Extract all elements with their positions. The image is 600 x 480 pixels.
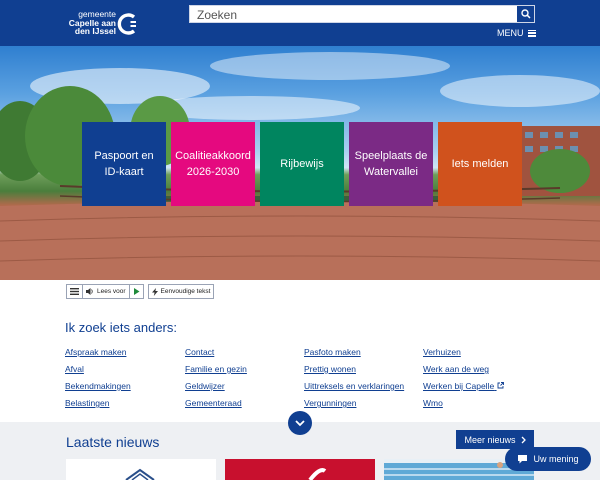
simple-text-label: Eenvoudige tekst <box>160 288 211 295</box>
more-news-label: Meer nieuws <box>464 434 516 445</box>
search-input[interactable] <box>190 7 516 23</box>
link-afspraak-maken[interactable]: Afspraak maken <box>65 347 126 357</box>
link-uittreksels[interactable]: Uittreksels en verklaringen <box>304 381 404 391</box>
menu-icon <box>70 288 79 295</box>
news-title: Laatste nieuws <box>66 434 160 450</box>
external-link-icon <box>497 382 504 389</box>
play-icon <box>133 288 140 295</box>
link-prettig-wonen[interactable]: Prettig wonen <box>304 364 356 374</box>
hamburger-icon <box>527 29 536 37</box>
search-other-title: Ik zoek iets anders: <box>65 320 177 335</box>
link-bekendmakingen[interactable]: Bekendmakingen <box>65 381 131 391</box>
readspeaker-menu-button[interactable] <box>67 285 83 298</box>
simple-text-inner: Eenvoudige tekst <box>149 285 214 298</box>
link-pasfoto-maken[interactable]: Pasfoto maken <box>304 347 361 357</box>
tile-label: Coalitieakkoord 2026-2030 <box>175 150 251 178</box>
read-aloud-toolbar: Lees voor <box>66 284 144 299</box>
tile-label: Speelplaats de Watervallei <box>354 150 428 178</box>
tile-iets-melden[interactable]: Iets melden <box>438 122 522 206</box>
tile-rijbewijs[interactable]: Rijbewijs <box>260 122 344 206</box>
tile-speelplaats[interactable]: Speelplaats de Watervallei <box>349 122 433 206</box>
search-icon <box>520 9 531 19</box>
tile-label: Paspoort en ID-kaart <box>94 150 154 178</box>
hero-banner: Paspoort en ID-kaart Coalitieakkoord 202… <box>0 46 600 280</box>
news-card-image <box>125 468 155 480</box>
link-contact[interactable]: Contact <box>185 347 214 357</box>
link-geldwijzer[interactable]: Geldwijzer <box>185 381 225 391</box>
link-familie-en-gezin[interactable]: Familie en gezin <box>185 364 247 374</box>
link-belastingen[interactable]: Belastingen <box>65 398 109 408</box>
accessibility-tools: Lees voor Eenvoudige tekst <box>66 284 215 299</box>
speaker-icon <box>86 288 93 295</box>
site-header: gemeente Capelle aan den IJssel MENU <box>0 0 600 46</box>
simple-text-button[interactable]: Eenvoudige tekst <box>147 284 215 299</box>
play-button[interactable] <box>130 285 143 298</box>
link-afval[interactable]: Afval <box>65 364 84 374</box>
link-vergunningen[interactable]: Vergunningen <box>304 398 356 408</box>
menu-button[interactable]: MENU <box>497 28 536 38</box>
search-button[interactable] <box>517 6 534 22</box>
read-aloud-button[interactable]: Lees voor <box>83 285 130 298</box>
link-verhuizen[interactable]: Verhuizen <box>423 347 461 357</box>
link-werken-bij-capelle[interactable]: Werken bij Capelle <box>423 381 504 391</box>
chat-icon <box>518 455 528 464</box>
lightning-icon <box>151 287 158 296</box>
topic-links: Afspraak maken Afval Bekendmakingen Bela… <box>65 347 545 409</box>
link-label: Werken bij Capelle <box>423 381 495 391</box>
logo-line-3: den IJssel <box>74 26 116 37</box>
link-gemeenteraad[interactable]: Gemeenteraad <box>185 398 242 408</box>
chevron-down-icon <box>295 419 305 426</box>
capelle-logo-icon <box>117 13 136 35</box>
scroll-down-button[interactable] <box>288 411 312 435</box>
news-card-image <box>308 468 327 480</box>
news-card-2[interactable] <box>225 459 375 480</box>
logo-text: gemeente Capelle aan den IJssel <box>64 10 116 36</box>
link-werk-aan-de-weg[interactable]: Werk aan de weg <box>423 364 489 374</box>
search-bar <box>189 5 535 23</box>
news-card-1[interactable] <box>66 459 216 480</box>
feedback-label: Uw mening <box>533 454 579 464</box>
tile-label: Rijbewijs <box>280 158 324 170</box>
link-wmo[interactable]: Wmo <box>423 398 443 408</box>
tile-label: Iets melden <box>451 158 509 170</box>
quick-tiles: Paspoort en ID-kaart Coalitieakkoord 202… <box>82 122 522 206</box>
chevron-right-icon <box>521 436 526 443</box>
read-aloud-label: Lees voor <box>97 288 126 295</box>
logo[interactable]: gemeente Capelle aan den IJssel <box>64 10 144 40</box>
menu-label: MENU <box>497 28 524 38</box>
feedback-button[interactable]: Uw mening <box>505 447 591 471</box>
tile-coalitieakkoord[interactable]: Coalitieakkoord 2026-2030 <box>171 122 255 206</box>
tile-paspoort[interactable]: Paspoort en ID-kaart <box>82 122 166 206</box>
